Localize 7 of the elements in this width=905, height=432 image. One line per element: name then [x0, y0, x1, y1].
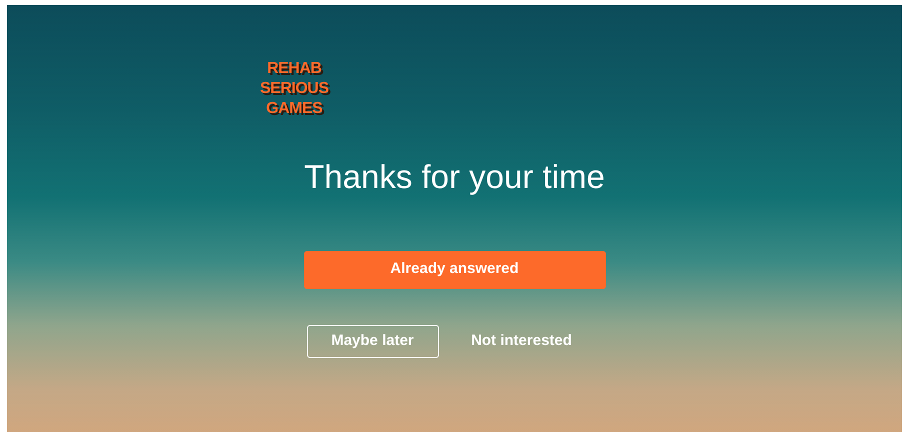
already-answered-button[interactable]: Already answered: [304, 250, 606, 289]
logo-text: REHAB: [266, 59, 322, 79]
maybe-later-button[interactable]: Maybe later: [306, 324, 438, 358]
logo-text: SERIOUS: [260, 79, 329, 99]
title: Thanks for your time: [304, 157, 605, 197]
logo-text: GAMES: [265, 99, 324, 119]
not-interested-button[interactable]: Not interested: [456, 324, 586, 358]
